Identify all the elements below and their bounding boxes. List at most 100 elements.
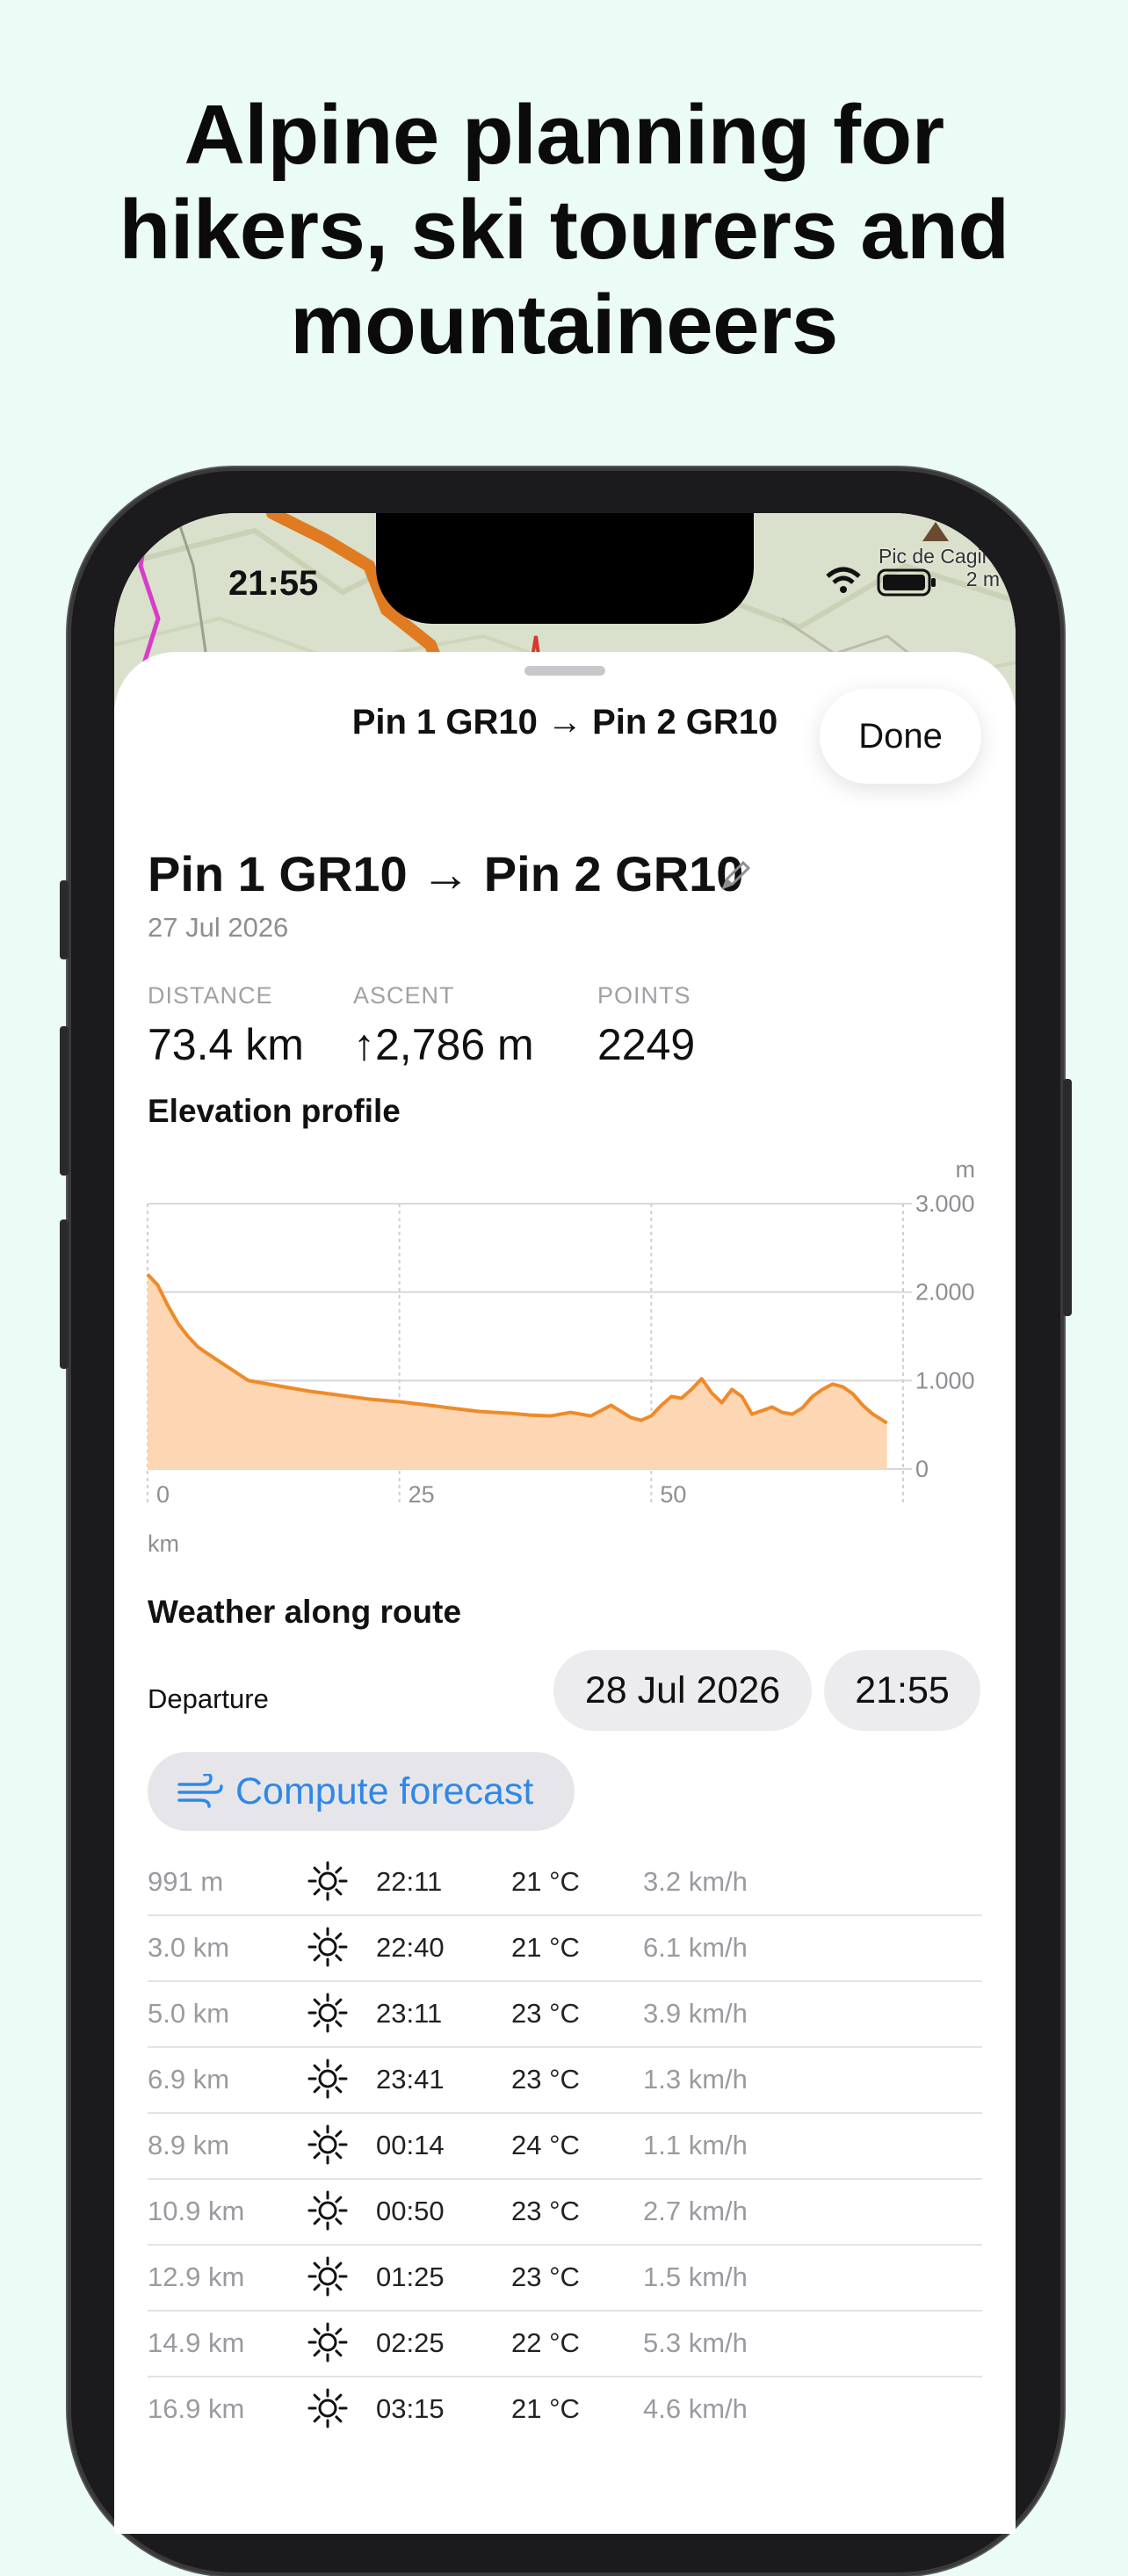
peak-name: Pic de Cagire: [879, 545, 1001, 568]
edit-pencil-icon[interactable]: [719, 857, 754, 893]
departure-label: Departure: [148, 1683, 269, 1714]
sun-icon: [307, 1861, 348, 1901]
done-button[interactable]: Done: [820, 689, 981, 784]
weather-temperature: 23 °C: [511, 2064, 580, 2095]
weather-wind: 1.1 km/h: [643, 2130, 748, 2160]
sun-icon: [307, 2388, 348, 2428]
weather-time: 00:14: [376, 2130, 445, 2160]
weather-wind: 4.6 km/h: [643, 2393, 748, 2424]
route-sheet: Pin 1 GR10 → Pin 2 GR10 Done Pin 1 GR10 …: [114, 652, 1016, 2534]
weather-row: 8.9 km 00:14 24 °C 1.1 km/h: [148, 2114, 982, 2180]
action-button: [60, 880, 69, 959]
weather-temperature: 21 °C: [511, 2393, 580, 2424]
weather-distance: 3.0 km: [148, 1932, 230, 1963]
stat-distance-label: DISTANCE: [148, 982, 273, 1009]
weather-time: 01:25: [376, 2261, 445, 2292]
weather-row: 10.9 km 00:50 23 °C 2.7 km/h: [148, 2180, 982, 2246]
weather-list: 991 m 22:11 21 °C 3.2 km/h 3.0 km 22:40 21 °C 6…: [148, 1850, 982, 2442]
sheet-grabber[interactable]: [524, 666, 605, 676]
sun-icon: [307, 2322, 348, 2363]
power-button: [1063, 1079, 1072, 1316]
x-tick-label: 50: [660, 1481, 686, 1508]
compute-forecast-button[interactable]: Compute forecast: [148, 1752, 575, 1831]
headline-line-1: Alpine planning for: [184, 88, 944, 182]
weather-time: 22:11: [376, 1866, 443, 1897]
sun-icon: [307, 1927, 348, 1967]
weather-row: 991 m 22:11 21 °C 3.2 km/h: [148, 1850, 982, 1916]
dynamic-island: [376, 513, 754, 624]
weather-time: 23:41: [376, 2064, 445, 2095]
weather-row: 12.9 km 01:25 23 °C 1.5 km/h: [148, 2246, 982, 2312]
departure-date-picker[interactable]: 28 Jul 2026: [553, 1650, 812, 1731]
y-tick-label: 2.000: [915, 1279, 975, 1306]
weather-distance: 8.9 km: [148, 2130, 230, 2160]
status-time: 21:55: [228, 564, 319, 603]
weather-time: 02:25: [376, 2327, 445, 2358]
weather-distance: 6.9 km: [148, 2064, 230, 2095]
weather-distance: 5.0 km: [148, 1998, 230, 2029]
route-date: 27 Jul 2026: [148, 912, 289, 943]
volume-up-button: [60, 1026, 69, 1176]
x-axis-unit: km: [148, 1530, 179, 1557]
weather-wind: 2.7 km/h: [643, 2196, 748, 2226]
y-axis-unit: m: [956, 1156, 976, 1183]
weather-distance: 12.9 km: [148, 2261, 245, 2292]
sun-icon: [307, 1993, 348, 2033]
y-tick-label: 1.000: [915, 1367, 975, 1393]
x-tick-label: 0: [156, 1481, 170, 1508]
volume-down-button: [60, 1219, 69, 1369]
weather-temperature: 23 °C: [511, 2196, 580, 2226]
weather-wind: 3.2 km/h: [643, 1866, 748, 1897]
weather-temperature: 23 °C: [511, 1998, 580, 2029]
x-tick-label: 25: [409, 1481, 435, 1508]
wind-icon: [177, 1774, 223, 1808]
departure-time-picker[interactable]: 21:55: [824, 1650, 980, 1731]
weather-temperature: 24 °C: [511, 2130, 580, 2160]
weather-row: 5.0 km 23:11 23 °C 3.9 km/h: [148, 1982, 982, 2048]
weather-temperature: 21 °C: [511, 1932, 580, 1963]
weather-wind: 1.5 km/h: [643, 2261, 748, 2292]
weather-distance: 16.9 km: [148, 2393, 245, 2424]
weather-row: 16.9 km 03:15 21 °C 4.6 km/h: [148, 2377, 982, 2442]
weather-temperature: 23 °C: [511, 2261, 580, 2292]
headline: Alpine planning for hikers, ski tourers …: [0, 88, 1128, 373]
weather-wind: 3.9 km/h: [643, 1998, 748, 2029]
stat-distance-value: 73.4 km: [148, 1020, 304, 1069]
weather-row: 6.9 km 23:41 23 °C 1.3 km/h: [148, 2048, 982, 2114]
battery-icon: [877, 568, 936, 597]
weather-title: Weather along route: [148, 1594, 462, 1630]
weather-distance: 10.9 km: [148, 2196, 245, 2226]
wifi-icon: [826, 567, 861, 593]
weather-distance: 991 m: [148, 1866, 224, 1897]
headline-line-2: hikers, ski tourers and: [119, 183, 1009, 277]
elevation-title: Elevation profile: [148, 1093, 401, 1129]
stat-ascent-label: ASCENT: [353, 982, 455, 1009]
weather-wind: 5.3 km/h: [643, 2327, 748, 2358]
sun-icon: [307, 2059, 348, 2099]
headline-line-3: mountaineers: [290, 278, 838, 372]
stat-points-label: POINTS: [597, 982, 691, 1009]
weather-time: 03:15: [376, 2393, 445, 2424]
weather-time: 23:11: [376, 1998, 443, 2029]
weather-row: 14.9 km 02:25 22 °C 5.3 km/h: [148, 2312, 982, 2377]
weather-wind: 6.1 km/h: [643, 1932, 748, 1963]
weather-temperature: 21 °C: [511, 1866, 580, 1897]
chart-labels: 3.000 2.000 1.000 0 0 25 50 m km: [148, 1156, 975, 1557]
compute-forecast-label: Compute forecast: [235, 1769, 534, 1813]
weather-row: 3.0 km 22:40 21 °C 6.1 km/h: [148, 1916, 982, 1982]
sun-icon: [307, 2190, 348, 2231]
y-tick-label: 3.000: [915, 1190, 975, 1217]
elevation-area: [148, 1274, 887, 1469]
weather-wind: 1.3 km/h: [643, 2064, 748, 2095]
phone-screen: 21:55 Pic de Cagire 2 m Pin 1 GR10 → Pin…: [114, 513, 1016, 2534]
elevation-chart[interactable]: 3.000 2.000 1.000 0 0 25 50 m km: [114, 1144, 1016, 1636]
stat-ascent-value: ↑2,786 m: [353, 1020, 534, 1069]
sun-icon: [307, 2124, 348, 2165]
weather-time: 22:40: [376, 1932, 445, 1963]
sun-icon: [307, 2256, 348, 2297]
weather-temperature: 22 °C: [511, 2327, 580, 2358]
weather-distance: 14.9 km: [148, 2327, 245, 2358]
route-title: Pin 1 GR10 → Pin 2 GR10: [148, 846, 744, 901]
weather-time: 00:50: [376, 2196, 445, 2226]
y-tick-label: 0: [915, 1456, 929, 1482]
